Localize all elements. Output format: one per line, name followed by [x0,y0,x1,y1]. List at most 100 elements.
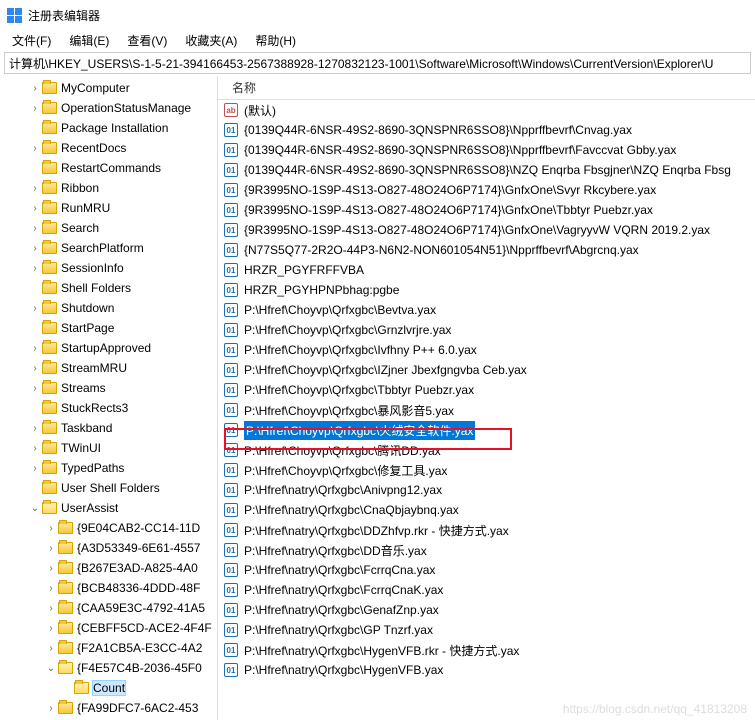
tree-item[interactable]: ›{A3D53349-6E61-4557 [0,538,217,558]
tree-item[interactable]: ⌄{F4E57C4B-2036-45F0 [0,658,217,678]
list-row[interactable]: 01P:\Hfref\Choyvp\Qrfxgbc\Ivfhny P++ 6.0… [218,340,755,360]
tree-item[interactable]: ⌄UserAssist [0,498,217,518]
tree-item[interactable]: ›Shutdown [0,298,217,318]
tree-item[interactable]: ›MyComputer [0,78,217,98]
list-row[interactable]: 01{0139Q44R-6NSR-49S2-8690-3QNSPNR6SSO8}… [218,140,755,160]
list-row[interactable]: ab(默认) [218,100,755,120]
list-row[interactable]: 01P:\Hfref\natry\Qrfxgbc\HygenVFB.yax [218,660,755,680]
tree-item[interactable]: ›{9E04CAB2-CC14-11D [0,518,217,538]
tree-item[interactable]: StuckRects3 [0,398,217,418]
tree-item[interactable]: ›{CAA59E3C-4792-41A5 [0,598,217,618]
menu-view[interactable]: 查看(V) [119,30,175,51]
folder-icon [42,202,57,214]
list-row[interactable]: 01P:\Hfref\natry\Qrfxgbc\DDZhfvp.rkr - 快… [218,520,755,540]
list-row[interactable]: 01P:\Hfref\Choyvp\Qrfxgbc\火绒安全软件.yax [218,420,755,440]
chevron-right-icon[interactable]: › [30,303,40,314]
tree-item[interactable]: Count [0,678,217,698]
list-row[interactable]: 01P:\Hfref\Choyvp\Qrfxgbc\Bevtva.yax [218,300,755,320]
tree-item[interactable]: ›{BCB48336-4DDD-48F [0,578,217,598]
col-name[interactable]: 名称 [226,76,262,100]
chevron-right-icon[interactable]: › [30,203,40,214]
tree-item[interactable]: ›TWinUI [0,438,217,458]
tree-item[interactable]: ›Streams [0,378,217,398]
address-bar[interactable]: 计算机\HKEY_USERS\S-1-5-21-394166453-256738… [4,52,751,74]
menu-help[interactable]: 帮助(H) [247,30,304,51]
chevron-right-icon[interactable]: › [46,543,56,554]
list-row[interactable]: 01{9R3995NO-1S9P-4S13-O827-48O24O6P7174}… [218,200,755,220]
chevron-right-icon[interactable]: › [30,343,40,354]
chevron-right-icon[interactable]: › [30,443,40,454]
tree-item[interactable]: ›{F2A1CB5A-E3CC-4A2 [0,638,217,658]
list-body[interactable]: ab(默认)01{0139Q44R-6NSR-49S2-8690-3QNSPNR… [218,100,755,720]
tree-item[interactable]: ›Ribbon [0,178,217,198]
chevron-right-icon[interactable]: › [30,363,40,374]
list-row[interactable]: 01P:\Hfref\Choyvp\Qrfxgbc\暴风影音5.yax [218,400,755,420]
tree-item[interactable]: ›{B267E3AD-A825-4A0 [0,558,217,578]
tree-item[interactable]: ›SessionInfo [0,258,217,278]
tree-item[interactable]: ›SearchPlatform [0,238,217,258]
list-row[interactable]: 01P:\Hfref\Choyvp\Qrfxgbc\IZjner Jbexfgn… [218,360,755,380]
chevron-right-icon[interactable]: › [30,143,40,154]
list-row[interactable]: 01{9R3995NO-1S9P-4S13-O827-48O24O6P7174}… [218,180,755,200]
chevron-right-icon[interactable]: › [46,523,56,534]
list-row[interactable]: 01HRZR_PGYHPNPbhag:pgbe [218,280,755,300]
list-row[interactable]: 01{0139Q44R-6NSR-49S2-8690-3QNSPNR6SSO8}… [218,120,755,140]
list-header[interactable]: 名称 [218,76,755,100]
list-row[interactable]: 01P:\Hfref\natry\Qrfxgbc\FcrrqCna.yax [218,560,755,580]
list-row[interactable]: 01P:\Hfref\Choyvp\Qrfxgbc\Grnzlvrjre.yax [218,320,755,340]
tree-item[interactable]: ›Search [0,218,217,238]
chevron-down-icon[interactable]: ⌄ [30,503,40,514]
list-row[interactable]: 01P:\Hfref\natry\Qrfxgbc\HygenVFB.rkr - … [218,640,755,660]
tree-item[interactable]: ›{CEBFF5CD-ACE2-4F4F [0,618,217,638]
list-row[interactable]: 01{0139Q44R-6NSR-49S2-8690-3QNSPNR6SSO8}… [218,160,755,180]
tree-item[interactable]: RestartCommands [0,158,217,178]
value-name: {9R3995NO-1S9P-4S13-O827-48O24O6P7174}\G… [244,203,653,217]
tree-item[interactable]: Package Installation [0,118,217,138]
chevron-right-icon[interactable]: › [30,243,40,254]
menu-favorites[interactable]: 收藏夹(A) [177,30,245,51]
reg-binary-icon: 01 [224,283,238,297]
list-row[interactable]: 01P:\Hfref\natry\Qrfxgbc\DD音乐.yax [218,540,755,560]
tree-item[interactable]: StartPage [0,318,217,338]
tree-item[interactable]: User Shell Folders [0,478,217,498]
menu-edit[interactable]: 编辑(E) [61,30,117,51]
chevron-right-icon[interactable]: › [46,643,56,654]
list-row[interactable]: 01P:\Hfref\natry\Qrfxgbc\Anivpng12.yax [218,480,755,500]
list-row[interactable]: 01P:\Hfref\natry\Qrfxgbc\GP Tnzrf.yax [218,620,755,640]
chevron-right-icon[interactable]: › [46,603,56,614]
chevron-right-icon[interactable]: › [46,703,56,714]
tree-pane[interactable]: ›MyComputer›OperationStatusManagePackage… [0,76,218,720]
list-row[interactable]: 01P:\Hfref\natry\Qrfxgbc\GenafZnp.yax [218,600,755,620]
chevron-down-icon[interactable]: ⌄ [46,663,56,674]
list-row[interactable]: 01P:\Hfref\Choyvp\Qrfxgbc\腾讯DD.yax [218,440,755,460]
tree-label: RunMRU [61,201,110,215]
tree-item[interactable]: ›OperationStatusManage [0,98,217,118]
tree-item[interactable]: ›TypedPaths [0,458,217,478]
menu-file[interactable]: 文件(F) [4,30,59,51]
tree-item[interactable]: ›{FA99DFC7-6AC2-453 [0,698,217,718]
chevron-right-icon[interactable]: › [46,583,56,594]
chevron-right-icon[interactable]: › [30,383,40,394]
list-row[interactable]: 01P:\Hfref\Choyvp\Qrfxgbc\修复工具.yax [218,460,755,480]
chevron-right-icon[interactable]: › [30,223,40,234]
list-row[interactable]: 01P:\Hfref\natry\Qrfxgbc\CnaQbjaybnq.yax [218,500,755,520]
list-row[interactable]: 01HRZR_PGYFRFFVBA [218,260,755,280]
list-row[interactable]: 01P:\Hfref\Choyvp\Qrfxgbc\Tbbtyr Puebzr.… [218,380,755,400]
chevron-right-icon[interactable]: › [30,83,40,94]
list-row[interactable]: 01{9R3995NO-1S9P-4S13-O827-48O24O6P7174}… [218,220,755,240]
tree-item[interactable]: Shell Folders [0,278,217,298]
chevron-right-icon[interactable]: › [46,623,56,634]
chevron-right-icon[interactable]: › [30,463,40,474]
chevron-right-icon[interactable]: › [46,563,56,574]
tree-item[interactable]: ›StartupApproved [0,338,217,358]
list-row[interactable]: 01P:\Hfref\natry\Qrfxgbc\FcrrqCnaK.yax [218,580,755,600]
chevron-right-icon[interactable]: › [30,423,40,434]
tree-item[interactable]: ›Taskband [0,418,217,438]
chevron-right-icon[interactable]: › [30,183,40,194]
tree-item[interactable]: ›RecentDocs [0,138,217,158]
list-row[interactable]: 01{N77S5Q77-2R2O-44P3-N6N2-NON601054N51}… [218,240,755,260]
chevron-right-icon[interactable]: › [30,263,40,274]
tree-item[interactable]: › RunMRU [0,198,217,218]
tree-item[interactable]: ›StreamMRU [0,358,217,378]
chevron-right-icon[interactable]: › [30,103,40,114]
